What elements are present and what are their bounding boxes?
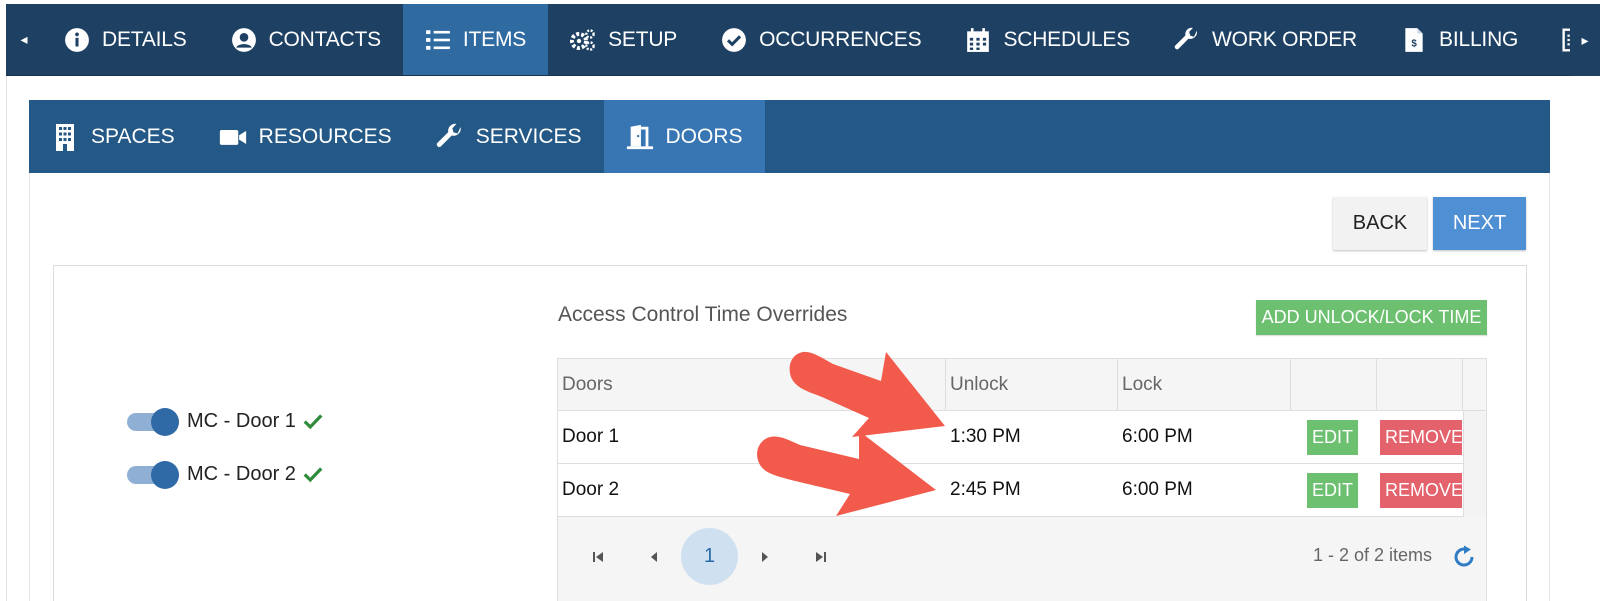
tab-resources-label: RESOURCES [258,124,392,148]
table-row: Door 1 1:30 PM 6:00 PM EDIT REMOVE [558,411,1463,464]
tab-doors[interactable]: DOORS [603,100,765,173]
tab-doors-label: DOORS [665,124,743,148]
tab-items-label: ITEMS [462,27,527,51]
building-icon [56,123,74,151]
tab-billing[interactable]: $ BILLING [1379,4,1540,75]
top-nav-items: DETAILS CONTACTS ITEMS SETUP OCCURRENCES… [42,4,1600,75]
column-header-unlock[interactable]: Unlock [946,359,1118,410]
grid-header: Doors Unlock Lock [558,359,1486,411]
tab-billing-label: BILLING [1439,27,1519,51]
remove-button[interactable]: REMOVE [1380,473,1462,508]
items-sub-navigation: SPACES RESOURCES SERVICES DOORS [29,100,1550,173]
next-button[interactable]: NEXT [1433,197,1526,250]
video-camera-icon [219,129,246,145]
tab-work-order-label: WORK ORDER [1212,27,1358,51]
nav-scroll-left-icon[interactable]: ◂ [6,4,42,75]
current-page-button[interactable]: 1 [681,528,738,585]
tab-items[interactable]: ITEMS [402,4,549,75]
tab-contacts-label: CONTACTS [268,27,382,51]
tab-resources[interactable]: RESOURCES [197,100,414,173]
tab-contacts[interactable]: CONTACTS [209,4,403,75]
row-lock-cell: 6:00 PM [1122,426,1193,447]
tab-occurrences[interactable]: OCCURRENCES [699,4,943,75]
user-circle-icon [231,27,256,52]
tab-services-label: SERVICES [475,124,582,148]
invoice-icon: $ [1405,27,1423,52]
door-2-label: MC - Door 2 [187,462,296,485]
tab-setup-label: SETUP [608,27,678,51]
check-circle-icon [722,27,747,52]
tab-work-order[interactable]: WORK ORDER [1152,4,1379,75]
edit-button[interactable]: EDIT [1307,473,1358,508]
wrench-icon [436,123,461,147]
door-toggle-row-1[interactable]: MC - Door 1 [127,404,324,438]
add-unlock-lock-time-button[interactable]: ADD UNLOCK/LOCK TIME [1256,300,1487,335]
switch-knob [151,408,179,436]
edit-button[interactable]: EDIT [1307,420,1358,455]
top-navigation: ◂ DETAILS CONTACTS ITEMS SETUP OCCURRENC… [6,4,1600,76]
content-right-border [1549,173,1550,601]
calendar-icon [967,27,990,52]
column-header-lock[interactable]: Lock [1118,359,1291,410]
row-lock-cell: 6:00 PM [1122,479,1193,500]
tab-spaces[interactable]: SPACES [29,100,197,173]
tab-details[interactable]: DETAILS [42,4,209,75]
first-page-icon[interactable] [583,542,613,572]
wrench-icon [1174,27,1197,49]
row-door-cell: Door 1 [562,426,620,447]
table-row: Door 2 2:45 PM 6:00 PM EDIT REMOVE [558,464,1463,517]
nav-scroll-right-icon[interactable]: ▸ [1570,4,1600,76]
tab-schedules[interactable]: SCHEDULES [943,4,1152,75]
page-left-border [6,76,7,601]
back-button[interactable]: BACK [1333,197,1427,250]
tab-services[interactable]: SERVICES [414,100,604,173]
door-open-icon [626,124,653,149]
row-unlock-cell: 1:30 PM [950,426,1021,447]
column-header-edit [1291,359,1377,410]
last-page-icon[interactable] [806,542,836,572]
checkmark-icon [303,467,323,483]
list-icon [426,29,450,50]
overrides-title: Access Control Time Overrides [558,303,848,326]
door-1-switch[interactable] [127,408,181,436]
tab-schedules-label: SCHEDULES [1003,27,1131,51]
gears-icon [570,28,595,51]
door-1-label: MC - Door 1 [187,409,296,432]
tab-setup[interactable]: SETUP [548,4,699,75]
svg-text:$: $ [1411,38,1417,49]
overrides-grid: Doors Unlock Lock Door 1 1:30 PM 6:00 PM… [557,358,1487,601]
tab-occurrences-label: OCCURRENCES [759,27,922,51]
column-header-doors[interactable]: Doors [558,359,946,410]
remove-button[interactable]: REMOVE [1380,420,1462,455]
content-left-border [29,173,30,601]
refresh-icon[interactable] [1451,544,1477,570]
grid-scrollbar[interactable] [1463,411,1486,517]
pager-info: 1 - 2 of 2 items [1313,545,1433,565]
column-header-remove [1377,359,1463,410]
door-2-switch[interactable] [127,461,181,489]
grid-pager: 1 1 - 2 of 2 items [558,517,1486,601]
tab-details-label: DETAILS [102,27,187,51]
info-circle-icon [65,27,89,52]
checkmark-icon [303,414,323,430]
switch-knob [151,461,179,489]
door-toggle-row-2[interactable]: MC - Door 2 [127,457,324,491]
row-unlock-cell: 2:45 PM [950,479,1021,500]
row-door-cell: Door 2 [562,479,620,500]
tab-spaces-label: SPACES [91,124,175,148]
next-page-icon[interactable] [750,542,780,572]
previous-page-icon[interactable] [639,542,669,572]
